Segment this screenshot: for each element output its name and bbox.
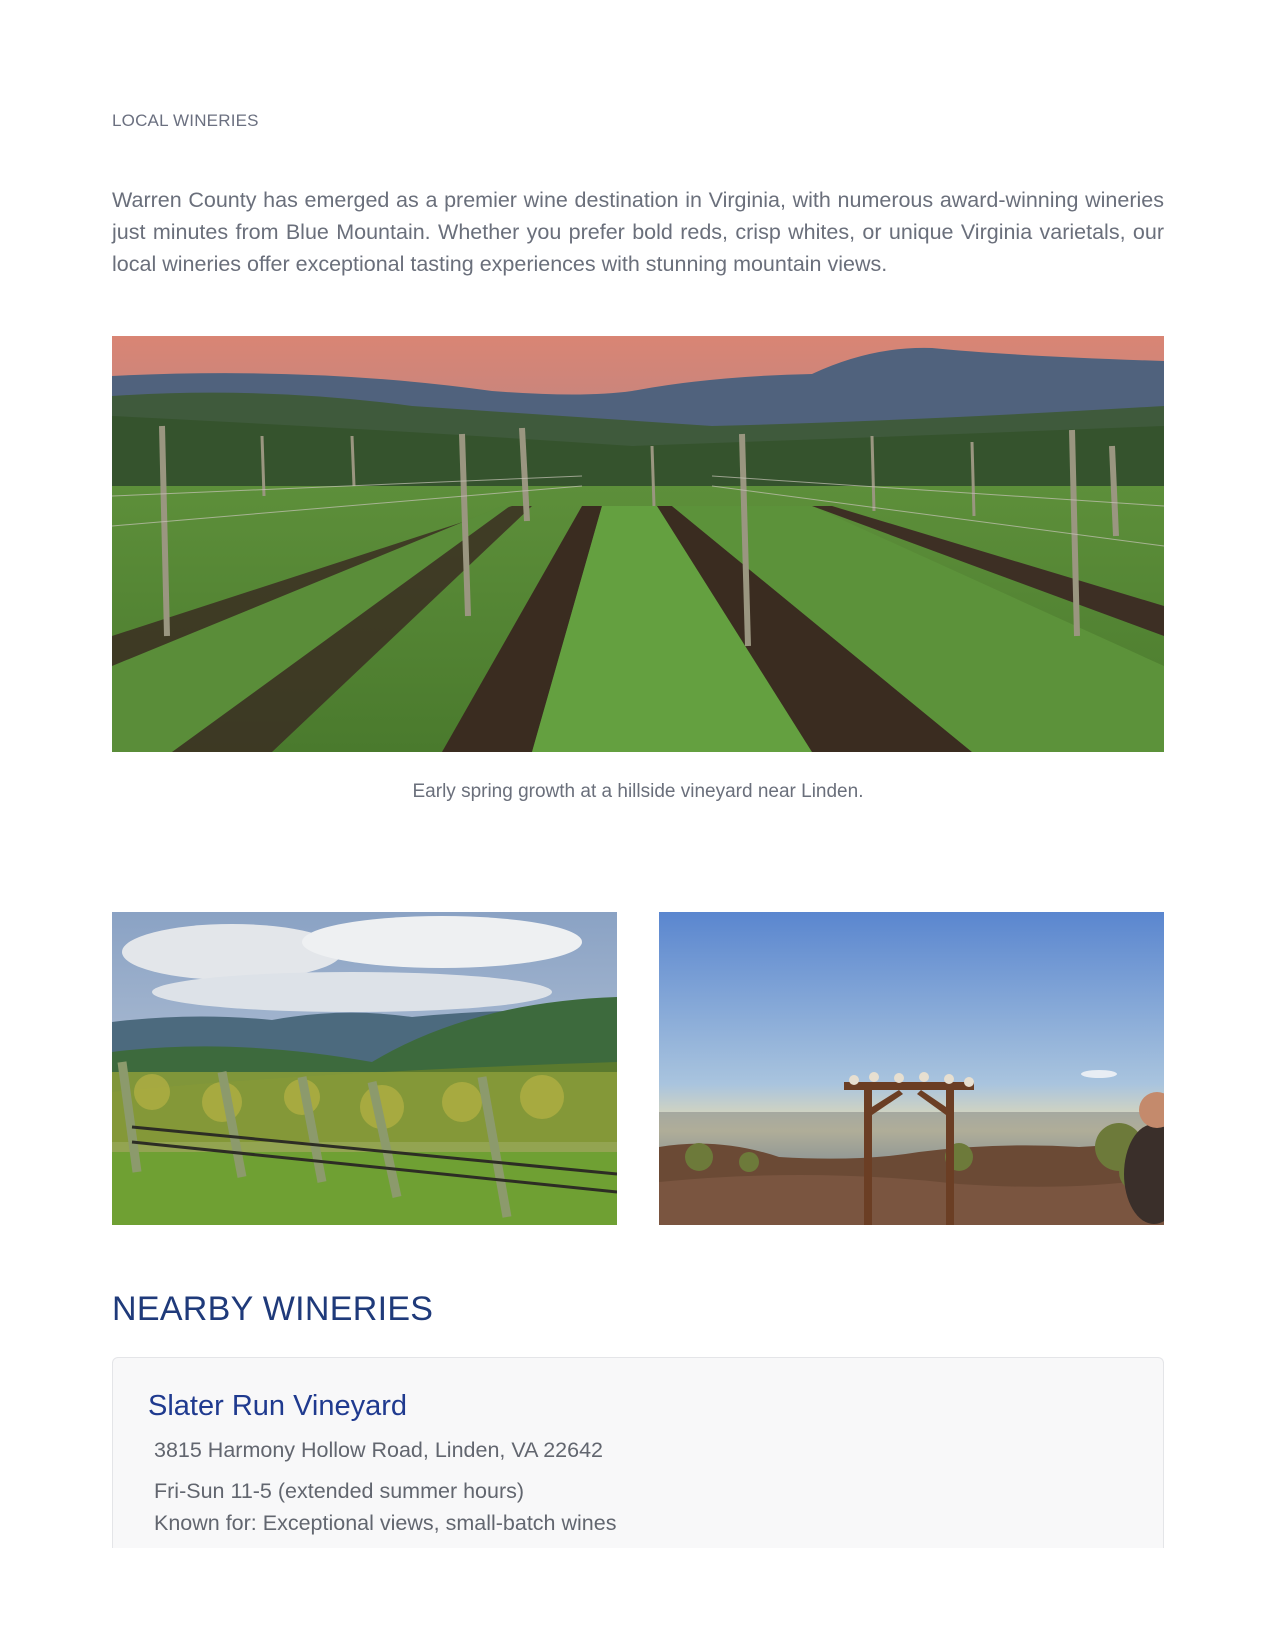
winery-known-for: Known for: Exceptional views, small-batc…: [154, 1511, 617, 1535]
nearby-wineries-heading: NEARBY WINERIES: [112, 1290, 434, 1328]
hero-caption: Early spring growth at a hillside vineya…: [412, 781, 864, 802]
section-label: LOCAL WINERIES: [112, 111, 259, 130]
intro-paragraph: Warren County has emerged as a premier w…: [112, 188, 1164, 276]
autumn-vineyard-photo: [112, 912, 617, 1225]
winery-address: 3815 Harmony Hollow Road, Linden, VA 226…: [154, 1438, 604, 1462]
winery-name[interactable]: Slater Run Vineyard: [148, 1390, 407, 1423]
winery-hours: Fri-Sun 11-5 (extended summer hours): [154, 1479, 525, 1503]
hero-vineyard-photo: [112, 336, 1164, 752]
winery-card: Slater Run Vineyard 3815 Harmony Hollow …: [112, 1357, 1164, 1548]
overlook-arbor-photo: [659, 912, 1164, 1225]
